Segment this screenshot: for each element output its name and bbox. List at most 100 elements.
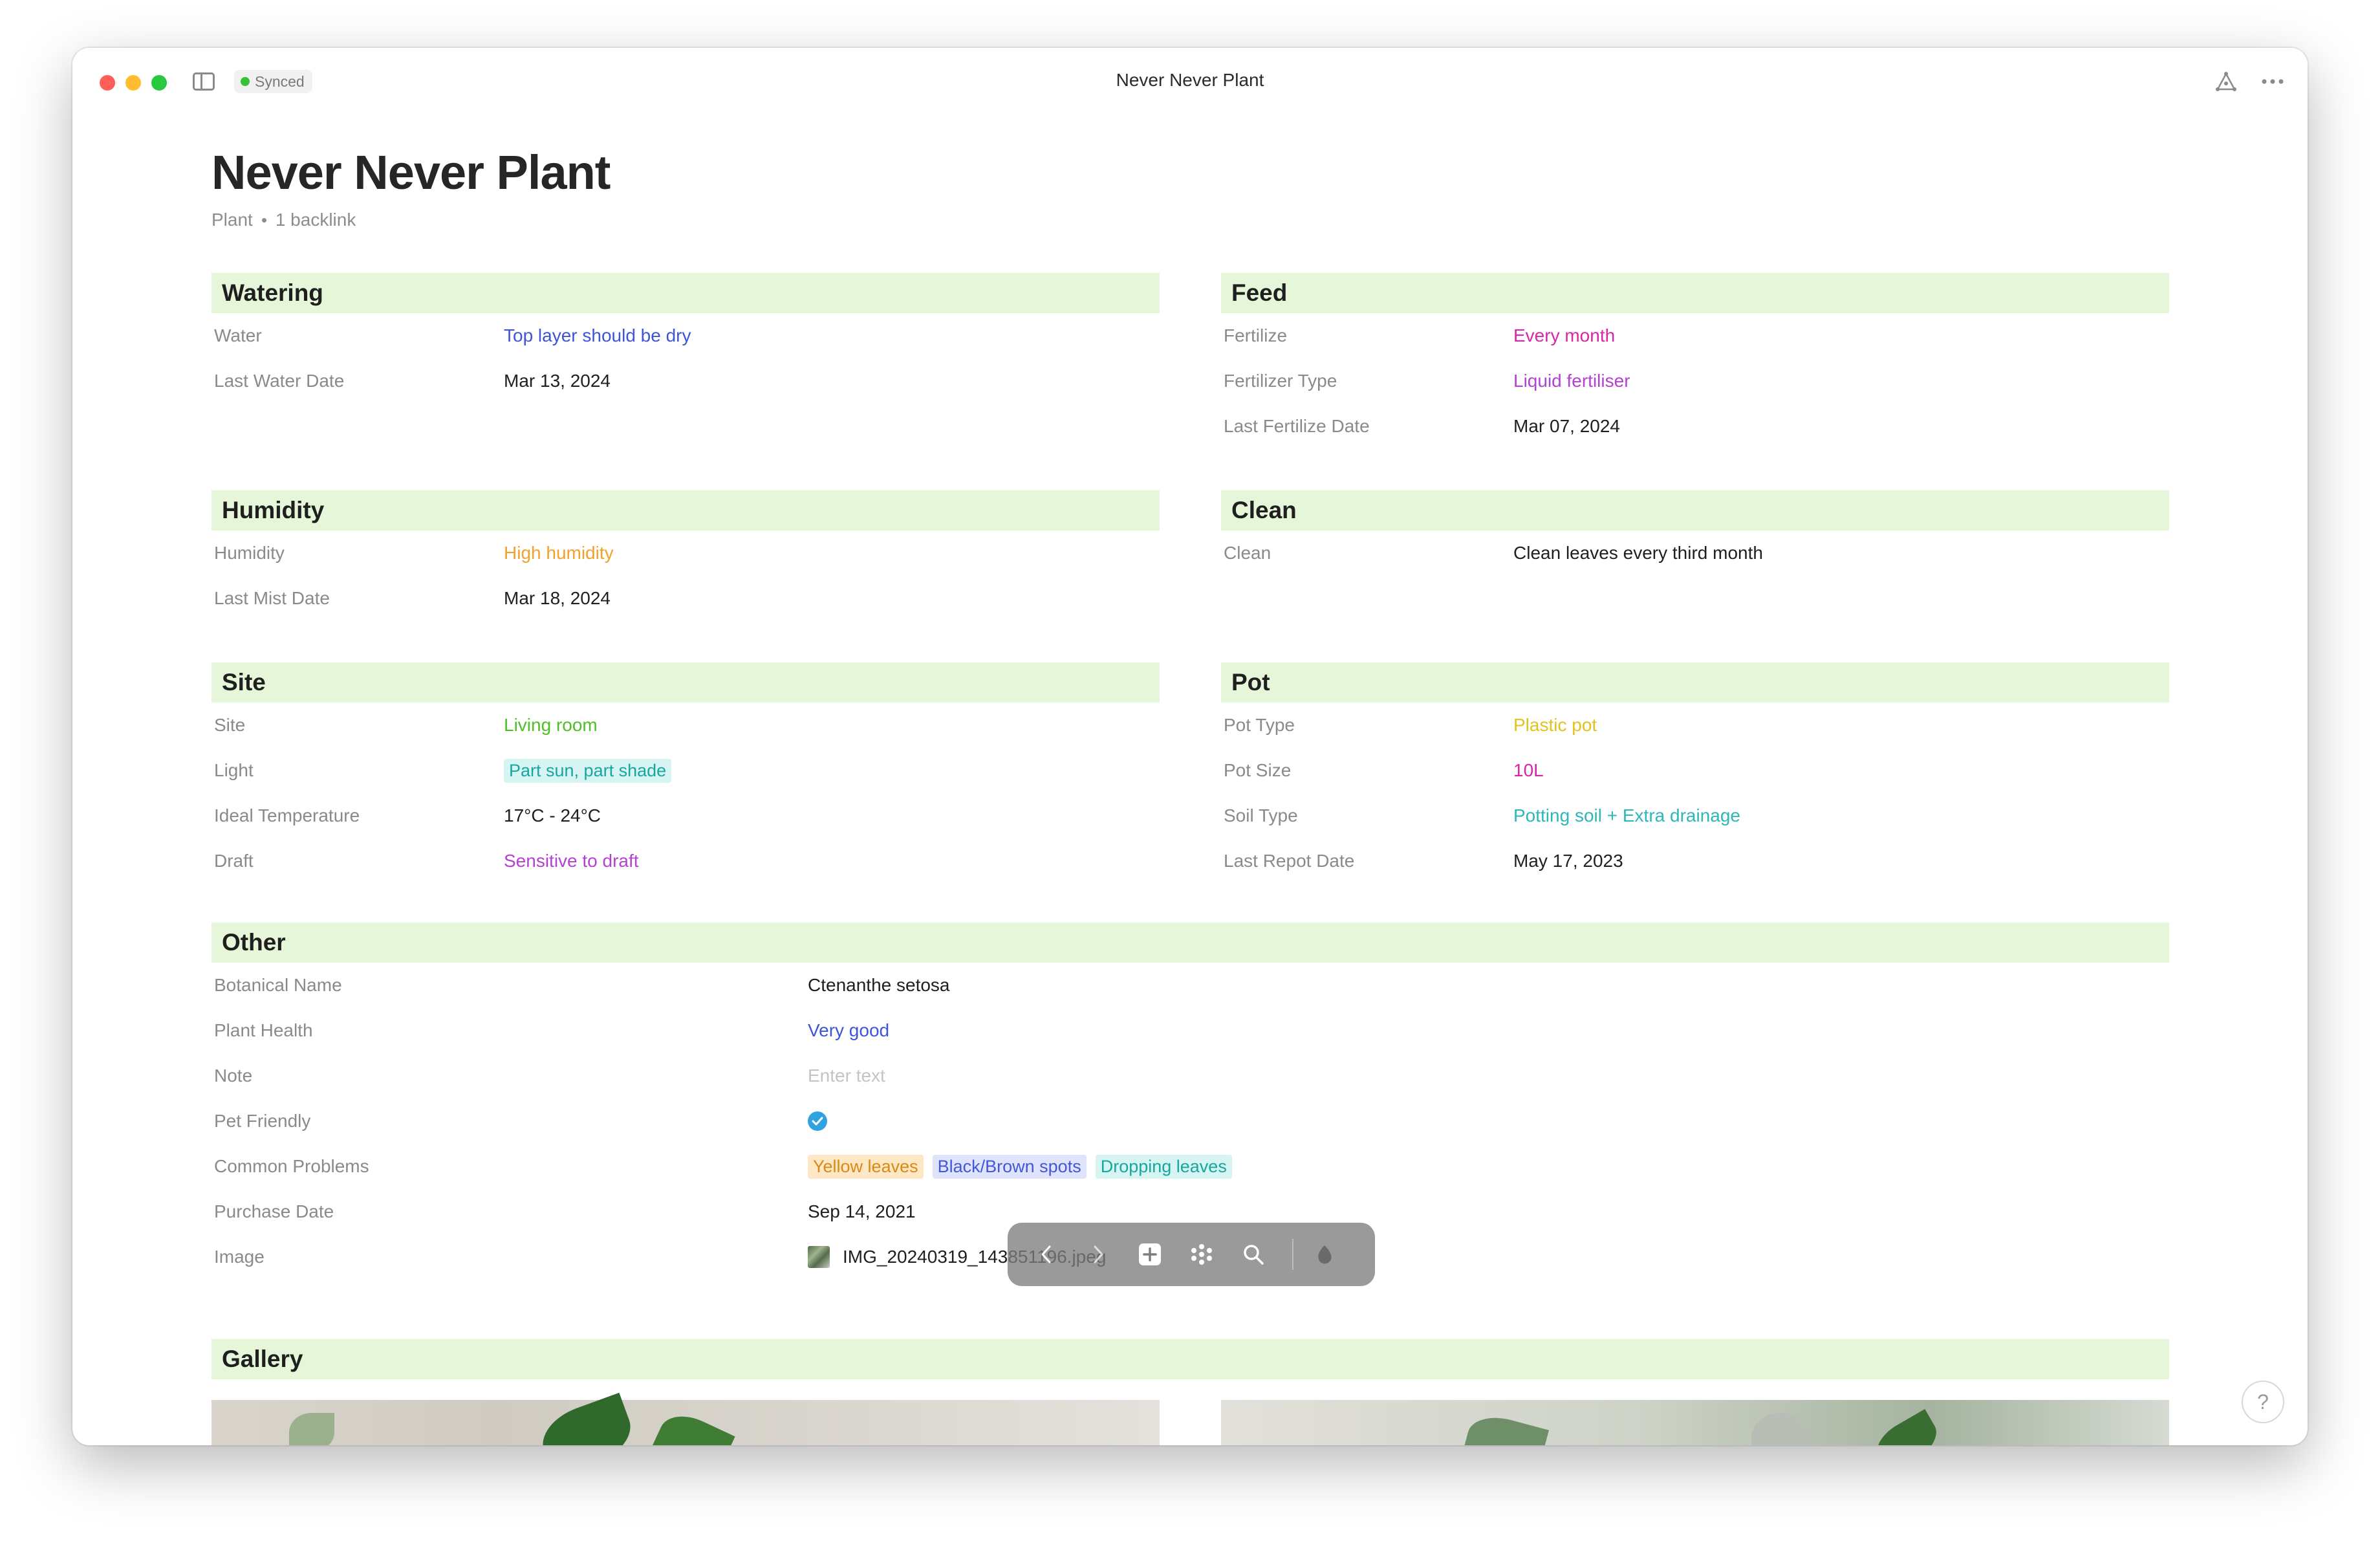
gallery-image[interactable] xyxy=(1221,1400,2169,1445)
property-label: Plant Health xyxy=(214,1020,313,1040)
property-row: Fertilize Every month xyxy=(1221,313,2169,358)
property-row: Common Problems Yellow leaves Black/Brown… xyxy=(211,1144,2169,1189)
property-label: Common Problems xyxy=(214,1156,369,1176)
property-value[interactable]: High humidity xyxy=(504,543,614,563)
property-label: Fertilizer Type xyxy=(1224,371,1337,391)
property-row: Botanical Name Ctenanthe setosa xyxy=(211,963,2169,1008)
property-value[interactable]: May 17, 2023 xyxy=(1513,851,1623,871)
problem-tag[interactable]: Black/Brown spots xyxy=(932,1154,1087,1179)
section-feed: Feed Fertilize Every month Fertilizer Ty… xyxy=(1221,273,2169,449)
chevron-left-icon[interactable] xyxy=(1033,1241,1059,1267)
section-header: Gallery xyxy=(211,1339,2169,1379)
property-value[interactable]: Sep 14, 2021 xyxy=(808,1201,916,1222)
section-site: Site Site Living room Light Part sun, pa… xyxy=(211,662,1160,884)
more-icon[interactable] xyxy=(2260,69,2286,94)
section-watering: Watering Water Top layer should be dry L… xyxy=(211,273,1160,404)
assistant-icon[interactable] xyxy=(1312,1241,1337,1267)
page-type-link[interactable]: Plant xyxy=(211,210,253,230)
page-meta: Plant 1 backlink xyxy=(211,210,356,230)
problem-tag[interactable]: Dropping leaves xyxy=(1095,1154,1232,1179)
light-tag[interactable]: Part sun, part shade xyxy=(504,758,672,783)
property-row: Pot Size 10L xyxy=(1221,748,2169,793)
property-label: Image xyxy=(214,1247,265,1267)
property-label: Clean xyxy=(1224,543,1271,563)
property-label: Last Fertilize Date xyxy=(1224,416,1370,436)
property-value[interactable]: Every month xyxy=(1513,325,1615,346)
note-input[interactable]: Enter text xyxy=(808,1066,885,1086)
property-row: Draft Sensitive to draft xyxy=(211,838,1160,884)
property-row: Soil Type Potting soil + Extra drainage xyxy=(1221,793,2169,838)
property-value[interactable]: Plastic pot xyxy=(1513,715,1597,736)
property-label: Ideal Temperature xyxy=(214,805,360,825)
property-value[interactable]: Mar 18, 2024 xyxy=(504,588,611,609)
property-value[interactable]: Mar 07, 2024 xyxy=(1513,416,1620,437)
section-gallery: Gallery xyxy=(211,1339,2169,1379)
checkmark-icon xyxy=(812,1117,823,1126)
gallery-image[interactable] xyxy=(211,1392,1160,1445)
help-button[interactable]: ? xyxy=(2242,1381,2284,1423)
search-icon[interactable] xyxy=(1240,1241,1266,1267)
property-label: Last Repot Date xyxy=(1224,851,1355,871)
section-header: Watering xyxy=(211,273,1160,313)
image-thumbnail[interactable] xyxy=(808,1246,830,1268)
property-value[interactable]: Clean leaves every third month xyxy=(1513,543,1763,563)
property-value[interactable]: 17°C - 24°C xyxy=(504,805,601,826)
property-label: Pot Size xyxy=(1224,760,1292,780)
help-icon: ? xyxy=(2257,1390,2269,1414)
property-label: Site xyxy=(214,715,246,735)
property-row: Last Fertilize Date Mar 07, 2024 xyxy=(1221,404,2169,449)
property-value[interactable]: Mar 13, 2024 xyxy=(504,371,611,391)
property-value[interactable]: Sensitive to draft xyxy=(504,851,639,871)
section-pot: Pot Pot Type Plastic pot Pot Size 10L So… xyxy=(1221,662,2169,884)
problem-tag[interactable]: Yellow leaves xyxy=(808,1154,924,1179)
title-bar: Synced Never Never Plant xyxy=(72,48,2308,115)
property-row: Last Mist Date Mar 18, 2024 xyxy=(211,576,1160,621)
page-title: Never Never Plant xyxy=(211,146,611,199)
property-row: Last Repot Date May 17, 2023 xyxy=(1221,838,2169,884)
backlinks-link[interactable]: 1 backlink xyxy=(276,210,356,230)
property-row: Clean Clean leaves every third month xyxy=(1221,530,2169,576)
section-clean: Clean Clean Clean leaves every third mon… xyxy=(1221,490,2169,576)
property-label: Note xyxy=(214,1066,253,1086)
property-row: Water Top layer should be dry xyxy=(211,313,1160,358)
graph-icon[interactable] xyxy=(2213,69,2239,94)
property-label: Last Mist Date xyxy=(214,588,330,608)
section-header: Feed xyxy=(1221,273,2169,313)
property-value[interactable]: Ctenanthe setosa xyxy=(808,975,950,996)
property-label: Purchase Date xyxy=(214,1201,334,1221)
property-value[interactable]: Potting soil + Extra drainage xyxy=(1513,805,1740,826)
property-label: Pot Type xyxy=(1224,715,1295,735)
plus-square-icon[interactable] xyxy=(1137,1241,1163,1267)
property-row: Light Part sun, part shade xyxy=(211,748,1160,793)
property-label: Botanical Name xyxy=(214,975,342,995)
property-row: Pet Friendly xyxy=(211,1098,2169,1144)
property-value[interactable]: Top layer should be dry xyxy=(504,325,691,346)
pet-friendly-checkbox[interactable] xyxy=(808,1111,827,1131)
property-row: Site Living room xyxy=(211,703,1160,748)
window-title: Never Never Plant xyxy=(1116,70,1264,90)
property-row: Last Water Date Mar 13, 2024 xyxy=(211,358,1160,404)
property-label: Last Water Date xyxy=(214,371,345,391)
property-value[interactable]: 10L xyxy=(1513,760,1544,781)
section-header: Clean xyxy=(1221,490,2169,530)
property-label: Fertilize xyxy=(1224,325,1288,345)
property-value[interactable]: Liquid fertiliser xyxy=(1513,371,1630,391)
property-label: Soil Type xyxy=(1224,805,1298,825)
apps-icon[interactable] xyxy=(1189,1241,1215,1267)
section-humidity: Humidity Humidity High humidity Last Mis… xyxy=(211,490,1160,621)
floating-toolbar xyxy=(1008,1223,1375,1286)
property-row: Fertilizer Type Liquid fertiliser xyxy=(1221,358,2169,404)
property-row: Ideal Temperature 17°C - 24°C xyxy=(211,793,1160,838)
section-header: Pot xyxy=(1221,662,2169,703)
section-header: Other xyxy=(211,923,2169,963)
property-row: Plant Health Very good xyxy=(211,1008,2169,1053)
property-label: Draft xyxy=(214,851,254,871)
toolbar-divider xyxy=(1292,1239,1293,1270)
property-row: Humidity High humidity xyxy=(211,530,1160,576)
property-value[interactable]: Living room xyxy=(504,715,598,736)
property-row: Pot Type Plastic pot xyxy=(1221,703,2169,748)
property-label: Light xyxy=(214,760,254,780)
chevron-right-icon[interactable] xyxy=(1085,1241,1111,1267)
property-label: Pet Friendly xyxy=(214,1111,311,1131)
property-value[interactable]: Very good xyxy=(808,1020,889,1041)
